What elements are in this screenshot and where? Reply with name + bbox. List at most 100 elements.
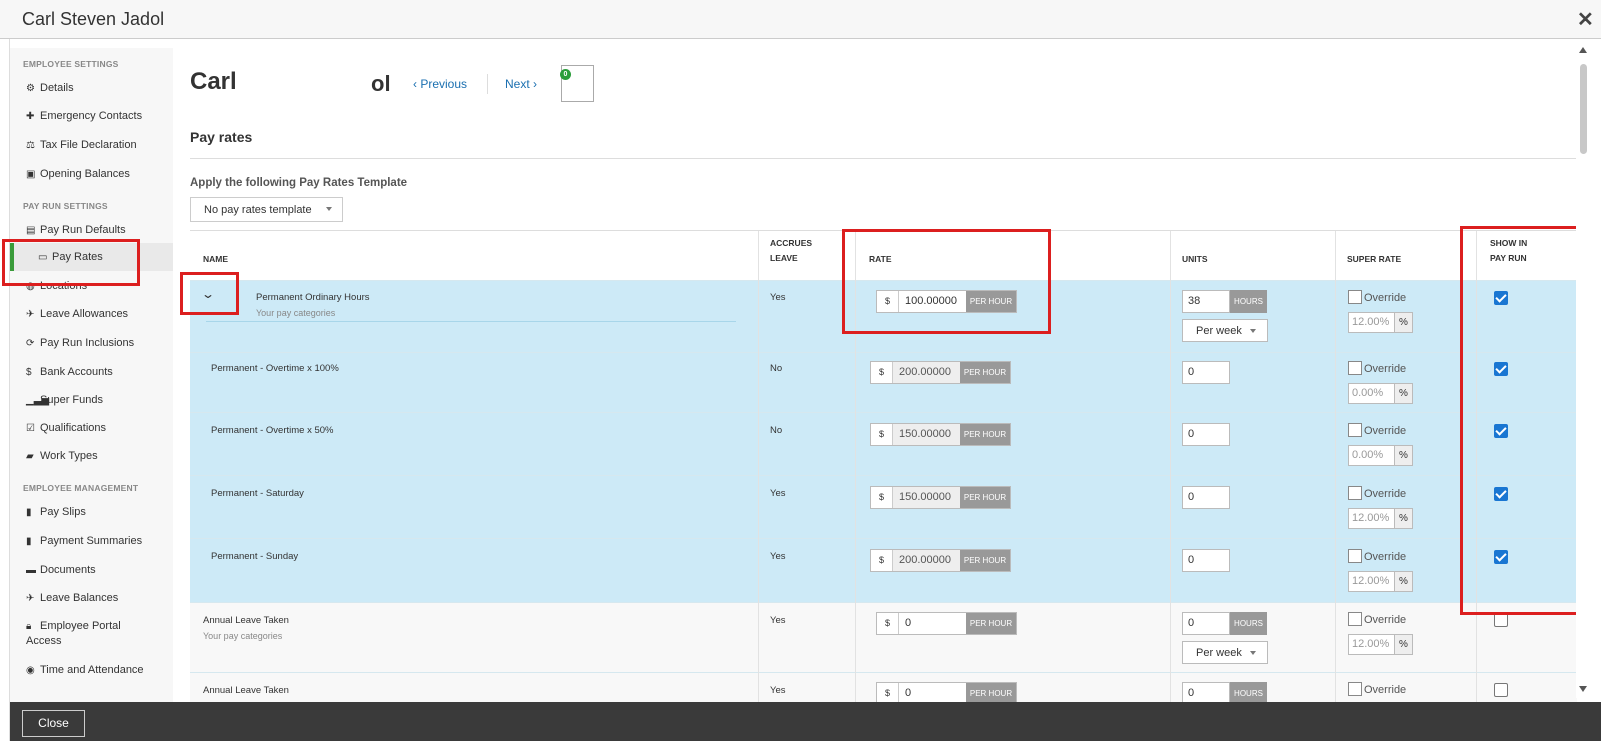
override-checkbox[interactable]: Override <box>1348 486 1406 500</box>
rate-field[interactable]: $200.00000 PER HOUR <box>870 361 1011 384</box>
plane-icon: ✈ <box>26 309 35 320</box>
chevron-down-icon <box>326 207 332 211</box>
sidebar-item-qualifications[interactable]: ☑ Qualifications <box>26 421 171 436</box>
column-header-super-rate: SUPER RATE <box>1347 254 1402 264</box>
row-divider <box>206 321 736 322</box>
sidebar-item-work-types[interactable]: ▰ Work Types <box>26 449 171 464</box>
accrues-leave-value: Yes <box>770 292 786 303</box>
super-rate-field: 12.00%% <box>1348 312 1413 333</box>
chevron-down-icon[interactable]: ⌄ <box>201 287 215 301</box>
close-button[interactable]: Close <box>22 710 85 737</box>
notification-box[interactable]: 0 <box>560 65 594 102</box>
sidebar-item-label: Leave Balances <box>40 592 119 604</box>
sidebar-item-locations[interactable]: ◍ Locations <box>26 279 171 294</box>
sidebar-item-opening-balances[interactable]: ▣ Opening Balances <box>26 167 171 182</box>
override-checkbox[interactable]: Override <box>1348 423 1406 437</box>
sidebar-item-details[interactable]: ⚙ Details <box>26 81 171 96</box>
divider <box>190 158 1577 159</box>
pay-category-name: Permanent - Overtime x 50% <box>211 425 334 436</box>
sidebar-item-leave-balances[interactable]: ✈ Leave Balances <box>26 591 171 606</box>
table-row: Permanent Ordinary Hours Your pay categor… <box>190 280 1577 352</box>
period-select[interactable]: Per week <box>1182 319 1268 342</box>
sidebar-item-label: Qualifications <box>40 422 107 434</box>
units-field[interactable]: 38 HOURS <box>1182 290 1267 313</box>
sidebar-item-emergency-contacts[interactable]: ✚ Emergency Contacts <box>26 109 171 124</box>
money-icon: ▭ <box>38 252 48 263</box>
rate-field[interactable]: $150.00000 PER HOUR <box>870 486 1011 509</box>
window-titlebar: Carl Steven Jadol ✕ <box>0 0 1601 39</box>
rate-field[interactable]: $100.00000 PER HOUR <box>876 290 1017 313</box>
show-in-pay-run-checkbox[interactable] <box>1494 613 1508 627</box>
apply-template-label: Apply the following Pay Rates Template <box>190 177 408 189</box>
sidebar-item-pay-slips[interactable]: ▮ Pay Slips <box>26 505 171 520</box>
sidebar-item-pay-run-defaults[interactable]: ▤ Pay Run Defaults <box>26 223 171 238</box>
lock-icon: 🔒︎ <box>26 621 32 632</box>
accrues-leave-value: Yes <box>770 488 786 499</box>
next-link[interactable]: Next › <box>505 77 537 91</box>
nav-divider <box>487 74 488 94</box>
show-in-pay-run-checkbox[interactable] <box>1494 424 1508 438</box>
override-checkbox[interactable]: Override <box>1348 612 1406 626</box>
folder-icon: ▬ <box>26 565 36 576</box>
sidebar-item-employee-portal-access[interactable]: 🔒︎ Employee Portal Access <box>26 619 146 648</box>
units-field[interactable]: 0 <box>1182 549 1230 572</box>
sidebar-item-label: Leave Allowances <box>40 308 129 320</box>
scale-icon: ⚖ <box>26 140 35 151</box>
units-field[interactable]: 0 <box>1182 486 1230 509</box>
sidebar-item-super-funds[interactable]: ▁▃▅Super Funds <box>26 393 171 408</box>
person-icon: ◉ <box>26 665 35 676</box>
sidebar-item-documents[interactable]: ▬ Documents <box>26 563 171 578</box>
rate-field[interactable]: $0 PER HOUR <box>876 682 1017 703</box>
sidebar: EMPLOYEE SETTINGS ⚙ Details ✚ Emergency Co… <box>10 48 173 702</box>
close-icon[interactable]: ✕ <box>1577 7 1594 32</box>
sidebar-item-label: Pay Run Inclusions <box>40 337 135 349</box>
sidebar-item-time-and-attendance[interactable]: ◉ Time and Attendance <box>26 663 171 678</box>
sidebar-section-employee-settings: EMPLOYEE SETTINGS <box>23 59 119 69</box>
pay-category-name: Permanent - Overtime x 100% <box>211 363 339 374</box>
sidebar-item-pay-rates[interactable]: ▭ Pay Rates <box>10 243 173 271</box>
override-checkbox[interactable]: Override <box>1348 682 1406 696</box>
sidebar-item-bank-accounts[interactable]: $ Bank Accounts <box>26 365 171 380</box>
pay-rates-template-select[interactable]: No pay rates template <box>190 197 343 222</box>
file-icon: ▮ <box>26 536 32 547</box>
show-in-pay-run-checkbox[interactable] <box>1494 487 1508 501</box>
sidebar-item-label: Employee Portal Access <box>26 620 121 647</box>
units-field[interactable]: 0 <box>1182 423 1230 446</box>
show-in-pay-run-checkbox[interactable] <box>1494 683 1508 697</box>
scroll-down-icon[interactable] <box>1579 686 1587 692</box>
rate-field[interactable]: $0 PER HOUR <box>876 612 1017 635</box>
previous-link[interactable]: ‹ Previous <box>413 77 467 91</box>
window-title: Carl Steven Jadol <box>22 9 165 29</box>
override-checkbox[interactable]: Override <box>1348 290 1406 304</box>
super-rate-field: 12.00%% <box>1348 571 1413 592</box>
sidebar-item-payment-summaries[interactable]: ▮ Payment Summaries <box>26 534 171 549</box>
units-field[interactable]: 0 HOURS <box>1182 612 1267 635</box>
period-select[interactable]: Per week <box>1182 641 1268 664</box>
scroll-up-icon[interactable] <box>1579 47 1587 53</box>
sidebar-item-pay-run-inclusions[interactable]: ⟳ Pay Run Inclusions <box>26 336 171 351</box>
rate-field[interactable]: $150.00000 PER HOUR <box>870 423 1011 446</box>
sidebar-item-tax-file-declaration[interactable]: ⚖ Tax File Declaration <box>26 138 171 153</box>
override-checkbox[interactable]: Override <box>1348 549 1406 563</box>
sidebar-item-label: Super Funds <box>40 394 103 406</box>
rate-field[interactable]: $200.00000 PER HOUR <box>870 549 1011 572</box>
show-in-pay-run-checkbox[interactable] <box>1494 362 1508 376</box>
show-in-pay-run-checkbox[interactable] <box>1494 550 1508 564</box>
sidebar-item-label: Payment Summaries <box>40 535 143 547</box>
table-row: Annual Leave Taken Yes $0 PER HOUR 0 HOURS… <box>190 672 1577 703</box>
file-icon: ▮ <box>26 507 32 518</box>
pay-category-name: Annual Leave Taken <box>203 685 289 696</box>
show-in-pay-run-checkbox[interactable] <box>1494 291 1508 305</box>
units-field[interactable]: 0 <box>1182 361 1230 384</box>
chevron-right-icon: › <box>529 77 538 91</box>
sidebar-item-label: Details <box>40 82 74 94</box>
scrollbar[interactable] <box>1576 44 1591 698</box>
units-field[interactable]: 0 HOURS <box>1182 682 1267 703</box>
override-checkbox[interactable]: Override <box>1348 361 1406 375</box>
plane-icon: ✈ <box>26 593 35 604</box>
scrollbar-thumb[interactable] <box>1580 64 1587 154</box>
sidebar-item-leave-allowances[interactable]: ✈ Leave Allowances <box>26 307 171 322</box>
sidebar-item-label: Pay Slips <box>40 506 86 518</box>
notification-badge: 0 <box>560 69 571 80</box>
super-rate-field: 0.00%% <box>1348 383 1413 404</box>
